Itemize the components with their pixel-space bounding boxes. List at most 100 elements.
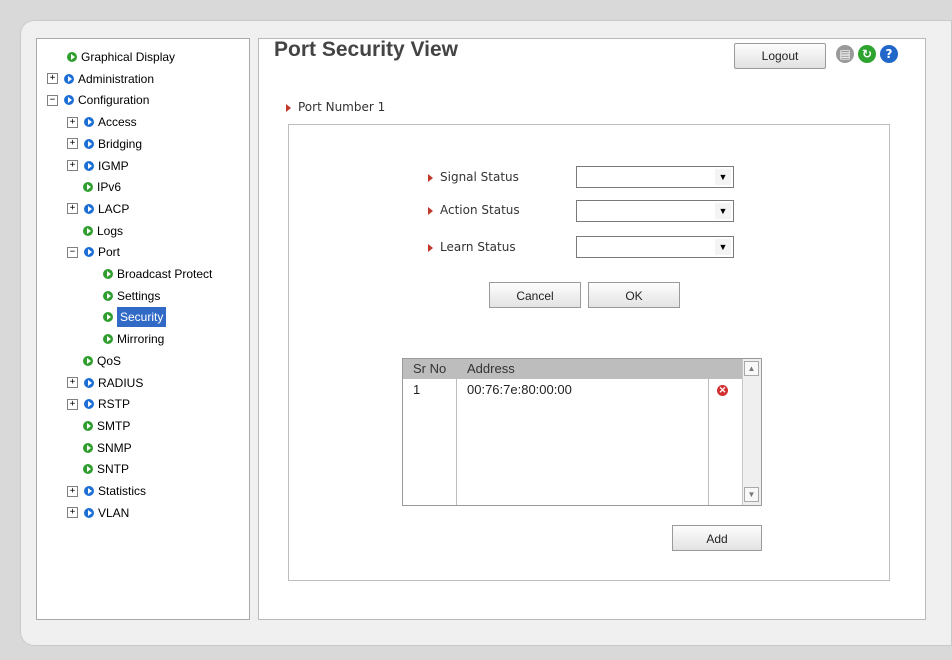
play-bullet-icon [84,247,94,258]
sidebar-item-label: RSTP [98,397,131,412]
sidebar-item-label: Logs [97,223,124,238]
sidebar-item-statistics[interactable]: + Statistics [67,481,146,501]
sidebar-item-port[interactable]: − Port [67,242,120,262]
expand-icon[interactable]: + [67,398,78,410]
sidebar-item-access[interactable]: + Access [67,112,137,132]
sidebar-item-ipv6[interactable]: IPv6 [83,177,121,197]
column-header-address: Address [467,361,515,376]
expand-icon[interactable]: + [67,507,78,519]
learn-status-select[interactable]: ▼ [576,236,734,258]
help-icon[interactable]: ? [880,45,898,63]
sidebar-item-graphical-display[interactable]: Graphical Display [67,47,175,67]
chevron-down-icon[interactable]: ▼ [715,169,731,185]
sidebar-item-rstp[interactable]: + RSTP [67,394,130,414]
sidebar-item-label: RADIUS [98,375,144,390]
sidebar-item-label: IGMP [98,158,129,173]
play-bullet-icon [84,138,94,149]
play-bullet-icon [83,420,93,431]
delete-icon[interactable]: ✕ [717,385,728,396]
column-divider [708,359,709,505]
collapse-icon[interactable]: − [47,94,58,106]
expand-icon[interactable]: + [67,160,78,171]
table-scrollbar[interactable]: ▲ ▼ [742,359,761,505]
action-status-select[interactable]: ▼ [576,200,734,222]
play-bullet-icon [84,377,94,388]
expand-icon[interactable]: + [47,73,58,85]
sidebar-item-smtp[interactable]: SMTP [83,416,130,436]
play-bullet-icon [84,507,94,518]
save-icon[interactable]: ▤ [836,45,854,63]
arrow-icon [428,206,433,215]
learn-status-label: Learn Status [440,240,516,254]
column-divider [456,359,457,505]
expand-icon[interactable]: + [67,138,78,150]
sidebar-item-igmp[interactable]: + IGMP [67,156,129,176]
sidebar-item-label: QoS [97,353,122,368]
address-table: Sr No Address 1 00:76:7e:80:00:00 ✕ ▲ ▼ [402,358,762,506]
scroll-up-icon[interactable]: ▲ [744,361,759,376]
sidebar-item-label: Graphical Display [81,50,176,64]
play-bullet-icon [103,334,113,345]
play-bullet-icon [103,290,113,301]
table-cell-sr-no: 1 [413,382,421,397]
column-header-sr-no: Sr No [413,361,447,376]
play-bullet-icon [84,486,94,496]
port-number-heading: Port Number 1 [286,100,385,114]
play-bullet-icon [84,160,94,171]
sidebar-item-snmp[interactable]: SNMP [83,438,132,458]
sidebar-item-security[interactable]: Security [103,307,167,328]
sidebar-item-qos[interactable]: QoS [83,351,121,371]
chevron-down-icon[interactable]: ▼ [715,203,731,219]
ok-button[interactable]: OK [588,282,680,308]
sidebar-item-vlan[interactable]: + VLAN [67,503,129,523]
sidebar-item-label: Statistics [98,484,147,498]
signal-status-label: Signal Status [440,170,519,184]
play-bullet-icon [64,95,74,106]
port-number-label: Port Number 1 [298,100,386,114]
expand-icon[interactable]: + [67,203,78,215]
expand-icon[interactable]: + [67,485,78,497]
signal-status-select[interactable]: ▼ [576,166,734,188]
play-bullet-icon [83,225,93,236]
play-bullet-icon [103,269,113,279]
sidebar-item-label: SMTP [97,418,131,433]
scroll-down-icon[interactable]: ▼ [744,487,759,502]
sidebar-item-label: Bridging [98,136,143,151]
cancel-button[interactable]: Cancel [489,282,581,308]
action-status-label: Action Status [440,203,520,217]
collapse-icon[interactable]: − [67,246,78,258]
arrow-icon [428,173,433,182]
logout-button[interactable]: Logout [734,43,826,69]
sidebar-item-label: Configuration [78,93,150,108]
sidebar-item-lacp[interactable]: + LACP [67,199,129,219]
sidebar-item-label: Security [117,307,167,328]
play-bullet-icon [103,312,113,323]
sidebar-item-label: IPv6 [97,180,122,195]
learn-status-label-row: Learn Status [428,237,516,257]
sidebar-item-label: Broadcast Protect [117,267,213,281]
sidebar-item-settings[interactable]: Settings [103,286,160,306]
settings-panel [288,124,890,581]
expand-icon[interactable]: + [67,116,78,128]
sidebar-item-label: SNMP [97,440,132,455]
play-bullet-icon [64,73,74,84]
chevron-down-icon[interactable]: ▼ [715,239,731,255]
play-bullet-icon [67,52,77,62]
arrow-icon [286,103,291,112]
sidebar-item-logs[interactable]: Logs [83,221,123,241]
sidebar-item-administration[interactable]: + Administration [47,69,154,89]
sidebar-item-broadcast-protect[interactable]: Broadcast Protect [103,264,212,284]
add-button[interactable]: Add [672,525,762,551]
expand-icon[interactable]: + [67,377,78,388]
play-bullet-icon [84,399,94,410]
sidebar-item-label: Access [98,115,137,130]
sidebar-item-bridging[interactable]: + Bridging [67,134,142,154]
table-cell-address[interactable]: 00:76:7e:80:00:00 [467,381,572,399]
sidebar-item-sntp[interactable]: SNTP [83,459,129,479]
sidebar-item-configuration[interactable]: − Configuration [47,90,149,110]
refresh-icon[interactable]: ↻ [858,45,876,63]
sidebar-item-mirroring[interactable]: Mirroring [103,329,164,349]
sidebar-item-radius[interactable]: + RADIUS [67,373,143,393]
play-bullet-icon [83,442,93,453]
sidebar-item-label: LACP [98,201,130,216]
